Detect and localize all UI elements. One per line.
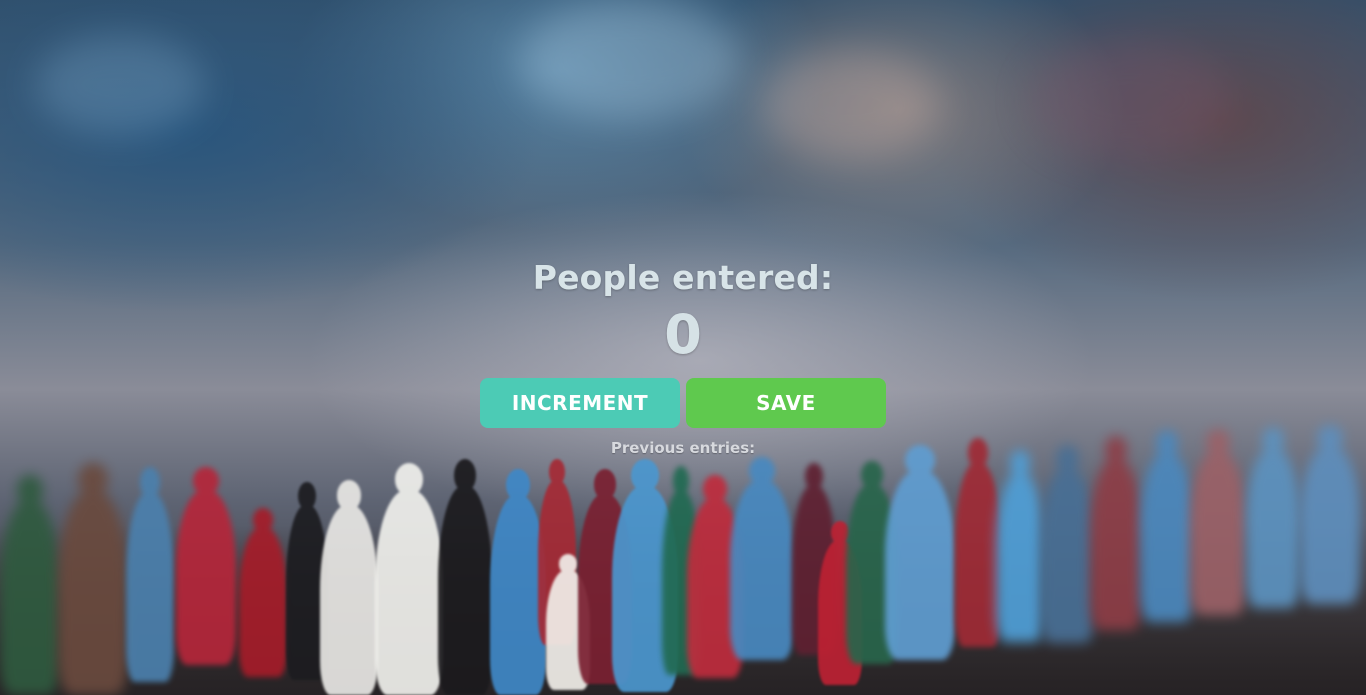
increment-button[interactable]: INCREMENT [480, 378, 680, 428]
miniature-person [955, 437, 1001, 647]
miniature-person [885, 445, 955, 660]
miniature-person [320, 480, 378, 695]
miniature-person [1040, 445, 1095, 643]
miniature-person [176, 467, 236, 665]
previous-entries-label: Previous entries: [610, 439, 756, 457]
miniature-person [1140, 429, 1194, 622]
miniature-person [730, 456, 794, 660]
miniature-person [239, 507, 287, 677]
miniature-person [438, 458, 492, 695]
miniature-person [1090, 435, 1142, 630]
miniature-person [58, 463, 128, 695]
miniature-person [996, 449, 1044, 642]
miniature-person [1246, 427, 1300, 608]
miniature-person [1300, 425, 1360, 604]
miniature-person [1190, 428, 1246, 615]
miniature-person [375, 463, 443, 695]
miniature-person [126, 467, 174, 682]
miniature-person [0, 474, 60, 695]
counter-title: People entered: [532, 258, 834, 297]
save-button[interactable]: SAVE [686, 378, 886, 428]
people-count: 0 [664, 303, 702, 366]
counter-actions: INCREMENT SAVE [480, 378, 886, 428]
